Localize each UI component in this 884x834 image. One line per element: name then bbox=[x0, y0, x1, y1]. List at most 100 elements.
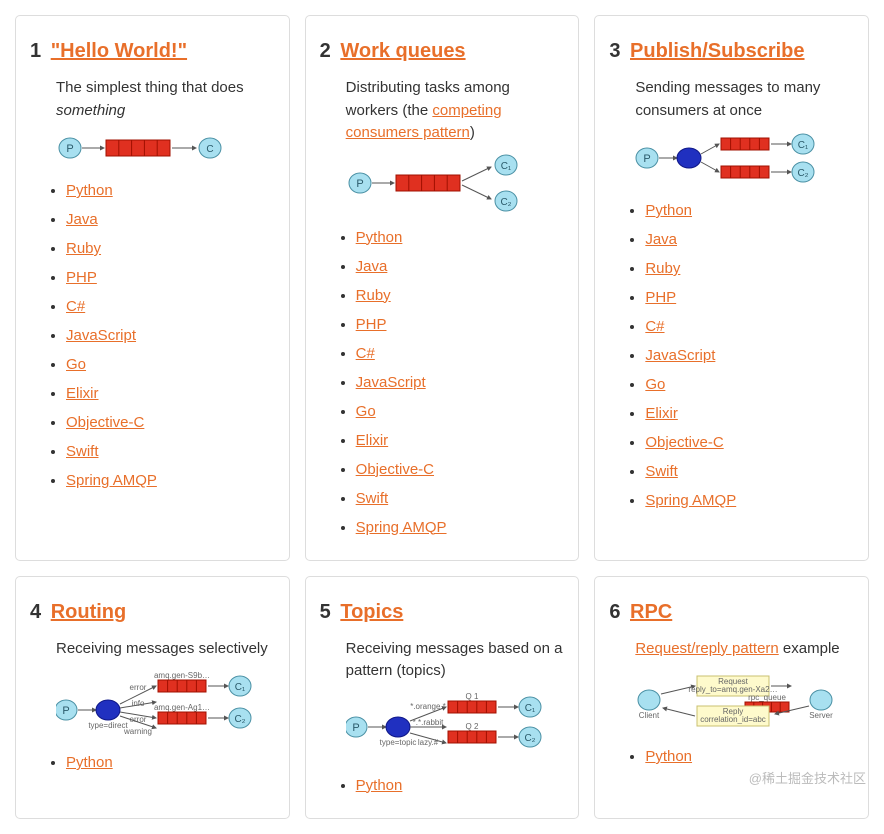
svg-text:P: P bbox=[66, 143, 73, 155]
tutorial-card-4: 4 RoutingReceiving messages selectively … bbox=[15, 576, 290, 819]
language-link[interactable]: PHP bbox=[66, 269, 97, 286]
language-link[interactable]: JavaScript bbox=[66, 327, 136, 344]
svg-text:P: P bbox=[356, 178, 363, 190]
card-number: 5 bbox=[320, 601, 331, 623]
language-link[interactable]: Objective-C bbox=[66, 414, 144, 431]
language-link[interactable]: Python bbox=[356, 229, 403, 246]
language-link[interactable]: Python bbox=[356, 777, 403, 794]
list-item: Objective-C bbox=[645, 428, 854, 457]
list-item: Swift bbox=[356, 484, 565, 513]
svg-text:P: P bbox=[62, 705, 69, 717]
list-item: PHP bbox=[66, 263, 275, 292]
language-link[interactable]: Spring AMQP bbox=[645, 492, 736, 509]
language-link[interactable]: Ruby bbox=[356, 287, 391, 304]
list-item: Ruby bbox=[645, 254, 854, 283]
desc-text: Receiving messages based on a pattern (t… bbox=[346, 640, 563, 680]
svg-text:error: error bbox=[130, 715, 147, 724]
list-item: Python bbox=[66, 748, 275, 777]
card-title: 2 Work queues bbox=[320, 40, 565, 63]
card-description: Receiving messages based on a pattern (t… bbox=[346, 638, 565, 683]
svg-text:lazy.#: lazy.# bbox=[418, 738, 439, 747]
language-link[interactable]: JavaScript bbox=[645, 347, 715, 364]
svg-text:C₁: C₁ bbox=[798, 140, 809, 151]
language-list: Python bbox=[609, 742, 854, 771]
language-link[interactable]: Spring AMQP bbox=[66, 472, 157, 489]
language-list: Python bbox=[30, 748, 275, 777]
language-link[interactable]: Swift bbox=[645, 463, 678, 480]
list-item: Python bbox=[645, 742, 854, 771]
card-title: 3 Publish/Subscribe bbox=[609, 40, 854, 63]
svg-text:*.orange.*: *.orange.* bbox=[410, 702, 446, 711]
language-link[interactable]: PHP bbox=[356, 316, 387, 333]
list-item: Python bbox=[356, 223, 565, 252]
card-title-link[interactable]: Topics bbox=[340, 601, 403, 623]
list-item: Elixir bbox=[356, 426, 565, 455]
desc-text: ) bbox=[470, 124, 475, 141]
language-link[interactable]: Java bbox=[356, 258, 388, 275]
list-item: C# bbox=[66, 292, 275, 321]
diagram-routing: P type=direct error info error warning a… bbox=[56, 668, 266, 738]
svg-text:Server: Server bbox=[810, 711, 834, 720]
card-title-link[interactable]: Work queues bbox=[340, 40, 465, 62]
language-link[interactable]: Ruby bbox=[66, 240, 101, 257]
language-link[interactable]: Go bbox=[66, 356, 86, 373]
language-link[interactable]: Swift bbox=[356, 490, 389, 507]
card-title-link[interactable]: Routing bbox=[51, 601, 127, 623]
language-link[interactable]: Swift bbox=[66, 443, 99, 460]
language-link[interactable]: JavaScript bbox=[356, 374, 426, 391]
language-link[interactable]: C# bbox=[356, 345, 375, 362]
language-link[interactable]: Go bbox=[356, 403, 376, 420]
diagram-container: P C bbox=[56, 130, 275, 166]
language-list: Python Java Ruby PHP C# JavaScript Go Elixir Obj… bbox=[609, 196, 854, 515]
list-item: Elixir bbox=[66, 379, 275, 408]
language-link[interactable]: Python bbox=[66, 754, 113, 771]
svg-text:C₂: C₂ bbox=[524, 733, 535, 744]
language-link[interactable]: Python bbox=[645, 748, 692, 765]
language-link[interactable]: Elixir bbox=[66, 385, 99, 402]
svg-text:error: error bbox=[130, 683, 147, 692]
list-item: Swift bbox=[66, 437, 275, 466]
language-link[interactable]: Elixir bbox=[645, 405, 678, 422]
card-number: 6 bbox=[609, 601, 620, 623]
card-description: Receiving messages selectively bbox=[56, 638, 275, 661]
language-link[interactable]: C# bbox=[66, 298, 85, 315]
card-title-link[interactable]: "Hello World!" bbox=[51, 40, 187, 62]
svg-text:Q 1: Q 1 bbox=[465, 692, 478, 701]
language-link[interactable]: Java bbox=[645, 231, 677, 248]
card-title-link[interactable]: RPC bbox=[630, 601, 672, 623]
language-link[interactable]: Python bbox=[645, 202, 692, 219]
language-link[interactable]: Java bbox=[66, 211, 98, 228]
list-item: Spring AMQP bbox=[645, 486, 854, 515]
card-description: Sending messages to many consumers at on… bbox=[635, 77, 854, 122]
svg-text:Q 2: Q 2 bbox=[465, 722, 478, 731]
language-link[interactable]: Objective-C bbox=[645, 434, 723, 451]
list-item: Java bbox=[356, 252, 565, 281]
card-title: 4 Routing bbox=[30, 601, 275, 624]
desc-link[interactable]: Request/reply pattern bbox=[635, 640, 778, 657]
card-description: The simplest thing that does something bbox=[56, 77, 275, 122]
language-link[interactable]: Go bbox=[645, 376, 665, 393]
language-link[interactable]: Python bbox=[66, 182, 113, 199]
svg-text:type=topic: type=topic bbox=[379, 738, 416, 747]
language-link[interactable]: Objective-C bbox=[356, 461, 434, 478]
card-title-link[interactable]: Publish/Subscribe bbox=[630, 40, 804, 62]
language-link[interactable]: Spring AMQP bbox=[356, 519, 447, 536]
language-link[interactable]: PHP bbox=[645, 289, 676, 306]
language-list: Python bbox=[320, 771, 565, 800]
svg-text:amq.gen-Ag1…: amq.gen-Ag1… bbox=[154, 703, 210, 712]
svg-text:type=direct: type=direct bbox=[88, 721, 128, 730]
language-link[interactable]: Elixir bbox=[356, 432, 389, 449]
svg-text:C₂: C₂ bbox=[500, 197, 511, 208]
list-item: C# bbox=[645, 312, 854, 341]
desc-text: Sending messages to many consumers at on… bbox=[635, 79, 820, 119]
svg-text:P: P bbox=[644, 153, 651, 165]
language-link[interactable]: Ruby bbox=[645, 260, 680, 277]
diagram-container: P C₁ C₂ bbox=[635, 130, 854, 186]
language-link[interactable]: C# bbox=[645, 318, 664, 335]
diagram-topics: P type=topic *.orange.* *.*.rabbit lazy.… bbox=[346, 691, 556, 761]
card-title: 5 Topics bbox=[320, 601, 565, 624]
tutorial-card-3: 3 Publish/Subscribe Sending messages to m… bbox=[594, 15, 869, 561]
diagram-container: P type=direct error info error warning a… bbox=[56, 668, 275, 738]
list-item: PHP bbox=[356, 310, 565, 339]
card-number: 4 bbox=[30, 601, 41, 623]
